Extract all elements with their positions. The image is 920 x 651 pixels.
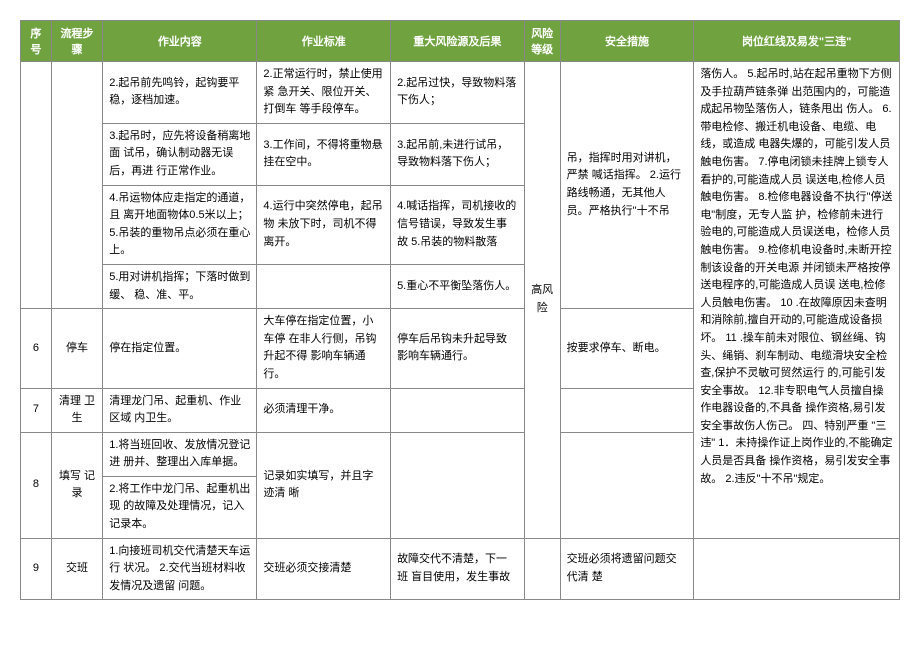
h-risk: 重大风险源及后果 <box>391 21 525 62</box>
cell-content: 2.起吊前先鸣铃，起钩要平稳，逐档加速。 <box>103 62 257 124</box>
cell-risk <box>391 432 525 538</box>
cell-standard: 记录如实填写，并且字迹清 晰 <box>257 432 391 538</box>
cell-content: 4.吊运物体应走指定的通道，且 离开地面物体0.5米以上； 5.吊装的重物吊点必… <box>103 185 257 264</box>
cell-step: 清理 卫生 <box>51 388 102 432</box>
cell-seq: 6 <box>21 309 52 388</box>
cell-content: 1.向接班司机交代清楚天车运行 状况。 2.交代当班材料收发情况及遗留 问题。 <box>103 538 257 600</box>
header-row: 序号 流程步骤 作业内容 作业标准 重大风险源及后果 风险等级 安全措施 岗位红… <box>21 21 900 62</box>
cell-standard: 交班必须交接清楚 <box>257 538 391 600</box>
cell-redline: 落伤人。 5.起吊时,站在起吊重物下方侧及手拉葫芦链条弹 出范围内的，可能造成起… <box>694 62 900 539</box>
cell-seq: 7 <box>21 388 52 432</box>
cell-content: 清理龙门吊、起重机、作业区域 内卫生。 <box>103 388 257 432</box>
cell-content: 1.将当班回收、发放情况登记进 册并、整理出入库单据。 <box>103 432 257 476</box>
cell-risk: 5.重心不平衡坠落伤人。 <box>391 264 525 308</box>
cell-risk: 停车后吊钩未升起导致 影响车辆通行。 <box>391 309 525 388</box>
cell-measure: 交班必须将遗留问题交代清 楚 <box>560 538 694 600</box>
cell-risk: 2.起吊过快，导致物料落 下伤人； <box>391 62 525 124</box>
h-standard: 作业标准 <box>257 21 391 62</box>
h-measure: 安全措施 <box>560 21 694 62</box>
cell-standard: 必须清理干净。 <box>257 388 391 432</box>
cell-seq: 8 <box>21 432 52 538</box>
table-row: 2.起吊前先鸣铃，起钩要平稳，逐档加速。 2.正常运行时，禁止使用紧 急开关、限… <box>21 62 900 124</box>
cell-content: 3.起吊时，应先将设备稍离地面 试吊，确认制动器无误后，再进 行正常作业。 <box>103 123 257 185</box>
cell-measure <box>560 388 694 432</box>
h-content: 作业内容 <box>103 21 257 62</box>
cell-standard: 2.正常运行时，禁止使用紧 急开关、限位开关、打倒车 等手段停车。 <box>257 62 391 124</box>
cell-risk: 4.喊话指挥，司机接收的 信号错误，导致发生事故 5.吊装的物料散落 <box>391 185 525 264</box>
cell-standard: 3.工作间，不得将重物悬 挂在空中。 <box>257 123 391 185</box>
table-row: 9 交班 1.向接班司机交代清楚天车运行 状况。 2.交代当班材料收发情况及遗留… <box>21 538 900 600</box>
cell-measure: 吊，指挥时用对讲机，严禁 喊话指挥。 2.运行路线畅通，无其他人 员。严格执行"… <box>560 62 694 309</box>
cell-step: 停车 <box>51 309 102 388</box>
cell-measure <box>560 432 694 538</box>
cell-risk <box>391 388 525 432</box>
h-seq: 序号 <box>21 21 52 62</box>
cell-seq: 9 <box>21 538 52 600</box>
cell-risk: 故障交代不清楚，下一班 盲目使用，发生事故 <box>391 538 525 600</box>
h-step: 流程步骤 <box>51 21 102 62</box>
cell-standard: 4.运行中突然停电，起吊物 未放下时，司机不得离开。 <box>257 185 391 264</box>
cell-step: 交班 <box>51 538 102 600</box>
cell-measure: 按要求停车、断电。 <box>560 309 694 388</box>
h-redline: 岗位红线及易发"三违" <box>694 21 900 62</box>
cell-standard <box>257 264 391 308</box>
cell-standard: 大车停在指定位置，小车停 在非人行侧，吊钩升起不得 影响车辆通行。 <box>257 309 391 388</box>
cell-step: 填写 记录 <box>51 432 102 538</box>
cell-content: 停在指定位置。 <box>103 309 257 388</box>
cell-level: 高风险 <box>524 62 560 539</box>
safety-table: 序号 流程步骤 作业内容 作业标准 重大风险源及后果 风险等级 安全措施 岗位红… <box>20 20 900 600</box>
cell-risk: 3.起吊前,未进行试吊，导致物料落下伤人； <box>391 123 525 185</box>
h-level: 风险等级 <box>524 21 560 62</box>
cell-content: 2.将工作中龙门吊、起重机出现 的故障及处理情况，记入记录本。 <box>103 476 257 538</box>
cell-content: 5.用对讲机指挥；下落时做到缓、 稳、准、平。 <box>103 264 257 308</box>
